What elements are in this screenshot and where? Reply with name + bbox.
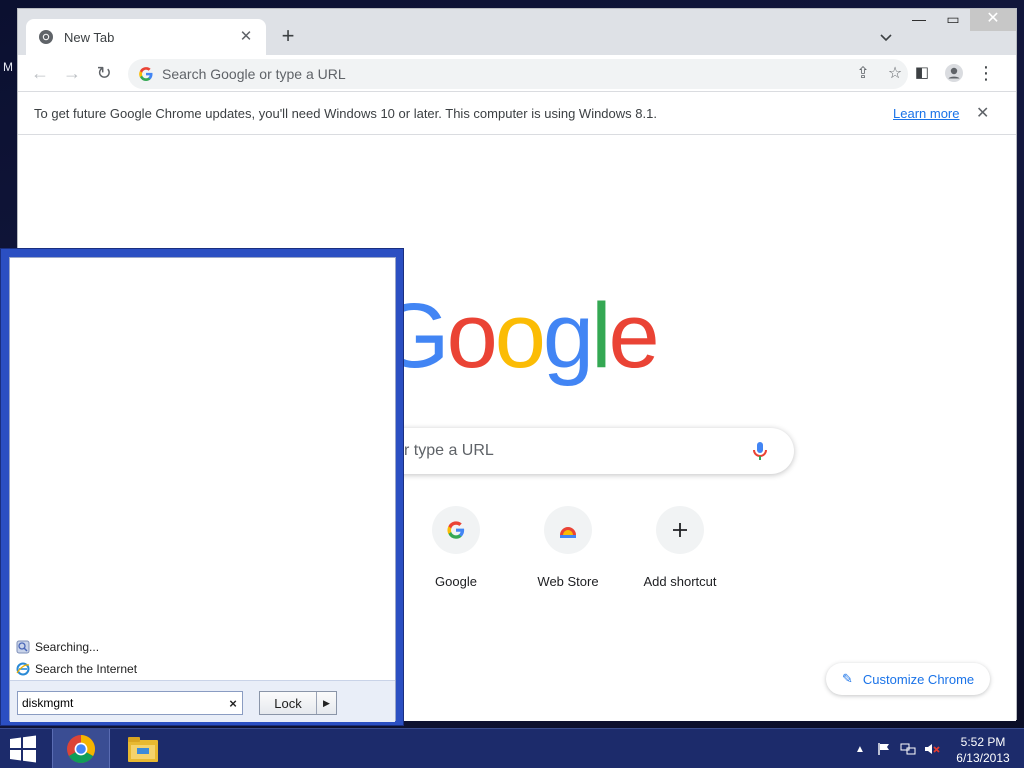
result-search-internet[interactable]: Search the Internet xyxy=(16,658,137,680)
start-menu-results-pane: Searching... Search the Internet × Lock … xyxy=(9,257,396,722)
internet-explorer-icon xyxy=(16,662,30,676)
tab-close-icon[interactable]: ✕ xyxy=(238,29,254,45)
shortcut-web-store[interactable]: Web Store xyxy=(512,506,624,589)
customize-chrome-button[interactable]: ✎ Customize Chrome xyxy=(826,663,990,695)
clock-time: 5:52 PM xyxy=(960,735,1006,749)
bookmark-star-icon[interactable]: ☆ xyxy=(882,61,908,87)
browser-toolbar: ← → ↻ ⇪ ☆ ◧ ⋮ xyxy=(18,55,1016,91)
reload-icon[interactable]: ↻ xyxy=(92,61,116,85)
tab-search-chevron-icon[interactable] xyxy=(876,27,896,47)
logo-letter-g2: g xyxy=(542,285,594,387)
result-label: Searching... xyxy=(35,640,100,654)
maximize-button[interactable]: ▭ xyxy=(936,9,970,31)
forward-arrow-icon[interactable]: → xyxy=(60,61,84,85)
clear-search-icon[interactable]: × xyxy=(224,696,242,711)
plus-icon xyxy=(656,506,704,554)
shortcut-label: Add shortcut xyxy=(643,574,717,589)
web-store-icon xyxy=(544,506,592,554)
chrome-icon xyxy=(67,735,95,763)
menu-kebab-icon[interactable]: ⋮ xyxy=(974,61,998,85)
customize-label: Customize Chrome xyxy=(862,671,975,687)
side-panel-icon[interactable]: ◧ xyxy=(910,61,934,85)
window-controls: — ▭ ✕ xyxy=(902,9,1016,37)
taskbar-file-explorer-button[interactable] xyxy=(114,729,172,768)
shortcut-label: Web Store xyxy=(537,574,599,589)
shortcut-google[interactable]: Google xyxy=(400,506,512,589)
network-icon[interactable] xyxy=(896,739,920,759)
omnibox-input[interactable] xyxy=(162,66,850,82)
search-results-list: Searching... Search the Internet xyxy=(16,636,137,680)
update-infobar: To get future Google Chrome updates, you… xyxy=(18,91,1016,135)
infobar-close-icon[interactable]: ✕ xyxy=(976,103,989,123)
clock-date: 6/13/2013 xyxy=(956,751,1010,765)
start-menu: Searching... Search the Internet × Lock … xyxy=(0,248,404,726)
search-progress-icon xyxy=(16,640,30,654)
windows-start-icon[interactable] xyxy=(8,735,38,763)
lock-button[interactable]: Lock ▶ xyxy=(259,691,337,715)
ntp-search-placeholder: r type a URL xyxy=(404,442,494,459)
tab-new-tab[interactable]: New Tab ✕ xyxy=(26,19,266,55)
google-g-icon xyxy=(139,67,153,81)
pencil-icon: ✎ xyxy=(842,671,853,686)
infobar-message: To get future Google Chrome updates, you… xyxy=(34,105,657,121)
logo-letter-o2: o xyxy=(494,285,546,387)
google-logo: Google xyxy=(378,290,660,382)
start-search-box[interactable]: × xyxy=(17,691,243,715)
show-hidden-icons-icon[interactable]: ▲ xyxy=(848,739,872,759)
file-explorer-folder-icon xyxy=(128,737,158,762)
volume-muted-icon[interactable] xyxy=(920,739,944,759)
title-bar: New Tab ✕ + — ▭ ✕ xyxy=(18,9,1016,55)
action-center-flag-icon[interactable] xyxy=(872,739,896,759)
desktop-edge-text: M xyxy=(3,60,13,74)
taskbar-chrome-button[interactable] xyxy=(52,729,110,768)
google-shortcut-icon xyxy=(432,506,480,554)
result-searching: Searching... xyxy=(16,636,137,658)
microphone-icon[interactable] xyxy=(748,439,772,463)
window-close-button[interactable]: ✕ xyxy=(970,9,1016,31)
start-search-input[interactable] xyxy=(22,696,224,710)
share-icon[interactable]: ⇪ xyxy=(850,61,876,87)
new-tab-button[interactable]: + xyxy=(276,25,300,49)
chrome-favicon-icon xyxy=(39,30,53,44)
lock-button-label: Lock xyxy=(274,695,302,711)
logo-letter-l: l xyxy=(591,285,612,387)
start-search-area: × Lock ▶ xyxy=(10,680,395,722)
back-arrow-icon[interactable]: ← xyxy=(28,61,52,85)
logo-letter-e: e xyxy=(608,285,660,387)
taskbar-clock[interactable]: 5:52 PM 6/13/2013 xyxy=(950,734,1016,766)
minimize-button[interactable]: — xyxy=(902,9,936,31)
learn-more-link[interactable]: Learn more xyxy=(893,106,959,121)
system-tray: ▲ xyxy=(848,729,944,768)
power-options-arrow-icon[interactable]: ▶ xyxy=(316,692,336,714)
logo-letter-o1: o xyxy=(446,285,498,387)
profile-avatar-icon[interactable] xyxy=(942,61,966,85)
result-label: Search the Internet xyxy=(35,662,138,676)
tab-title: New Tab xyxy=(64,29,115,45)
shortcut-label: Google xyxy=(435,574,477,589)
shortcut-add[interactable]: Add shortcut xyxy=(624,506,736,589)
taskbar: ▲ 5:52 PM 6/13/2013 xyxy=(0,728,1024,768)
omnibox[interactable]: ⇪ ☆ xyxy=(128,59,908,89)
